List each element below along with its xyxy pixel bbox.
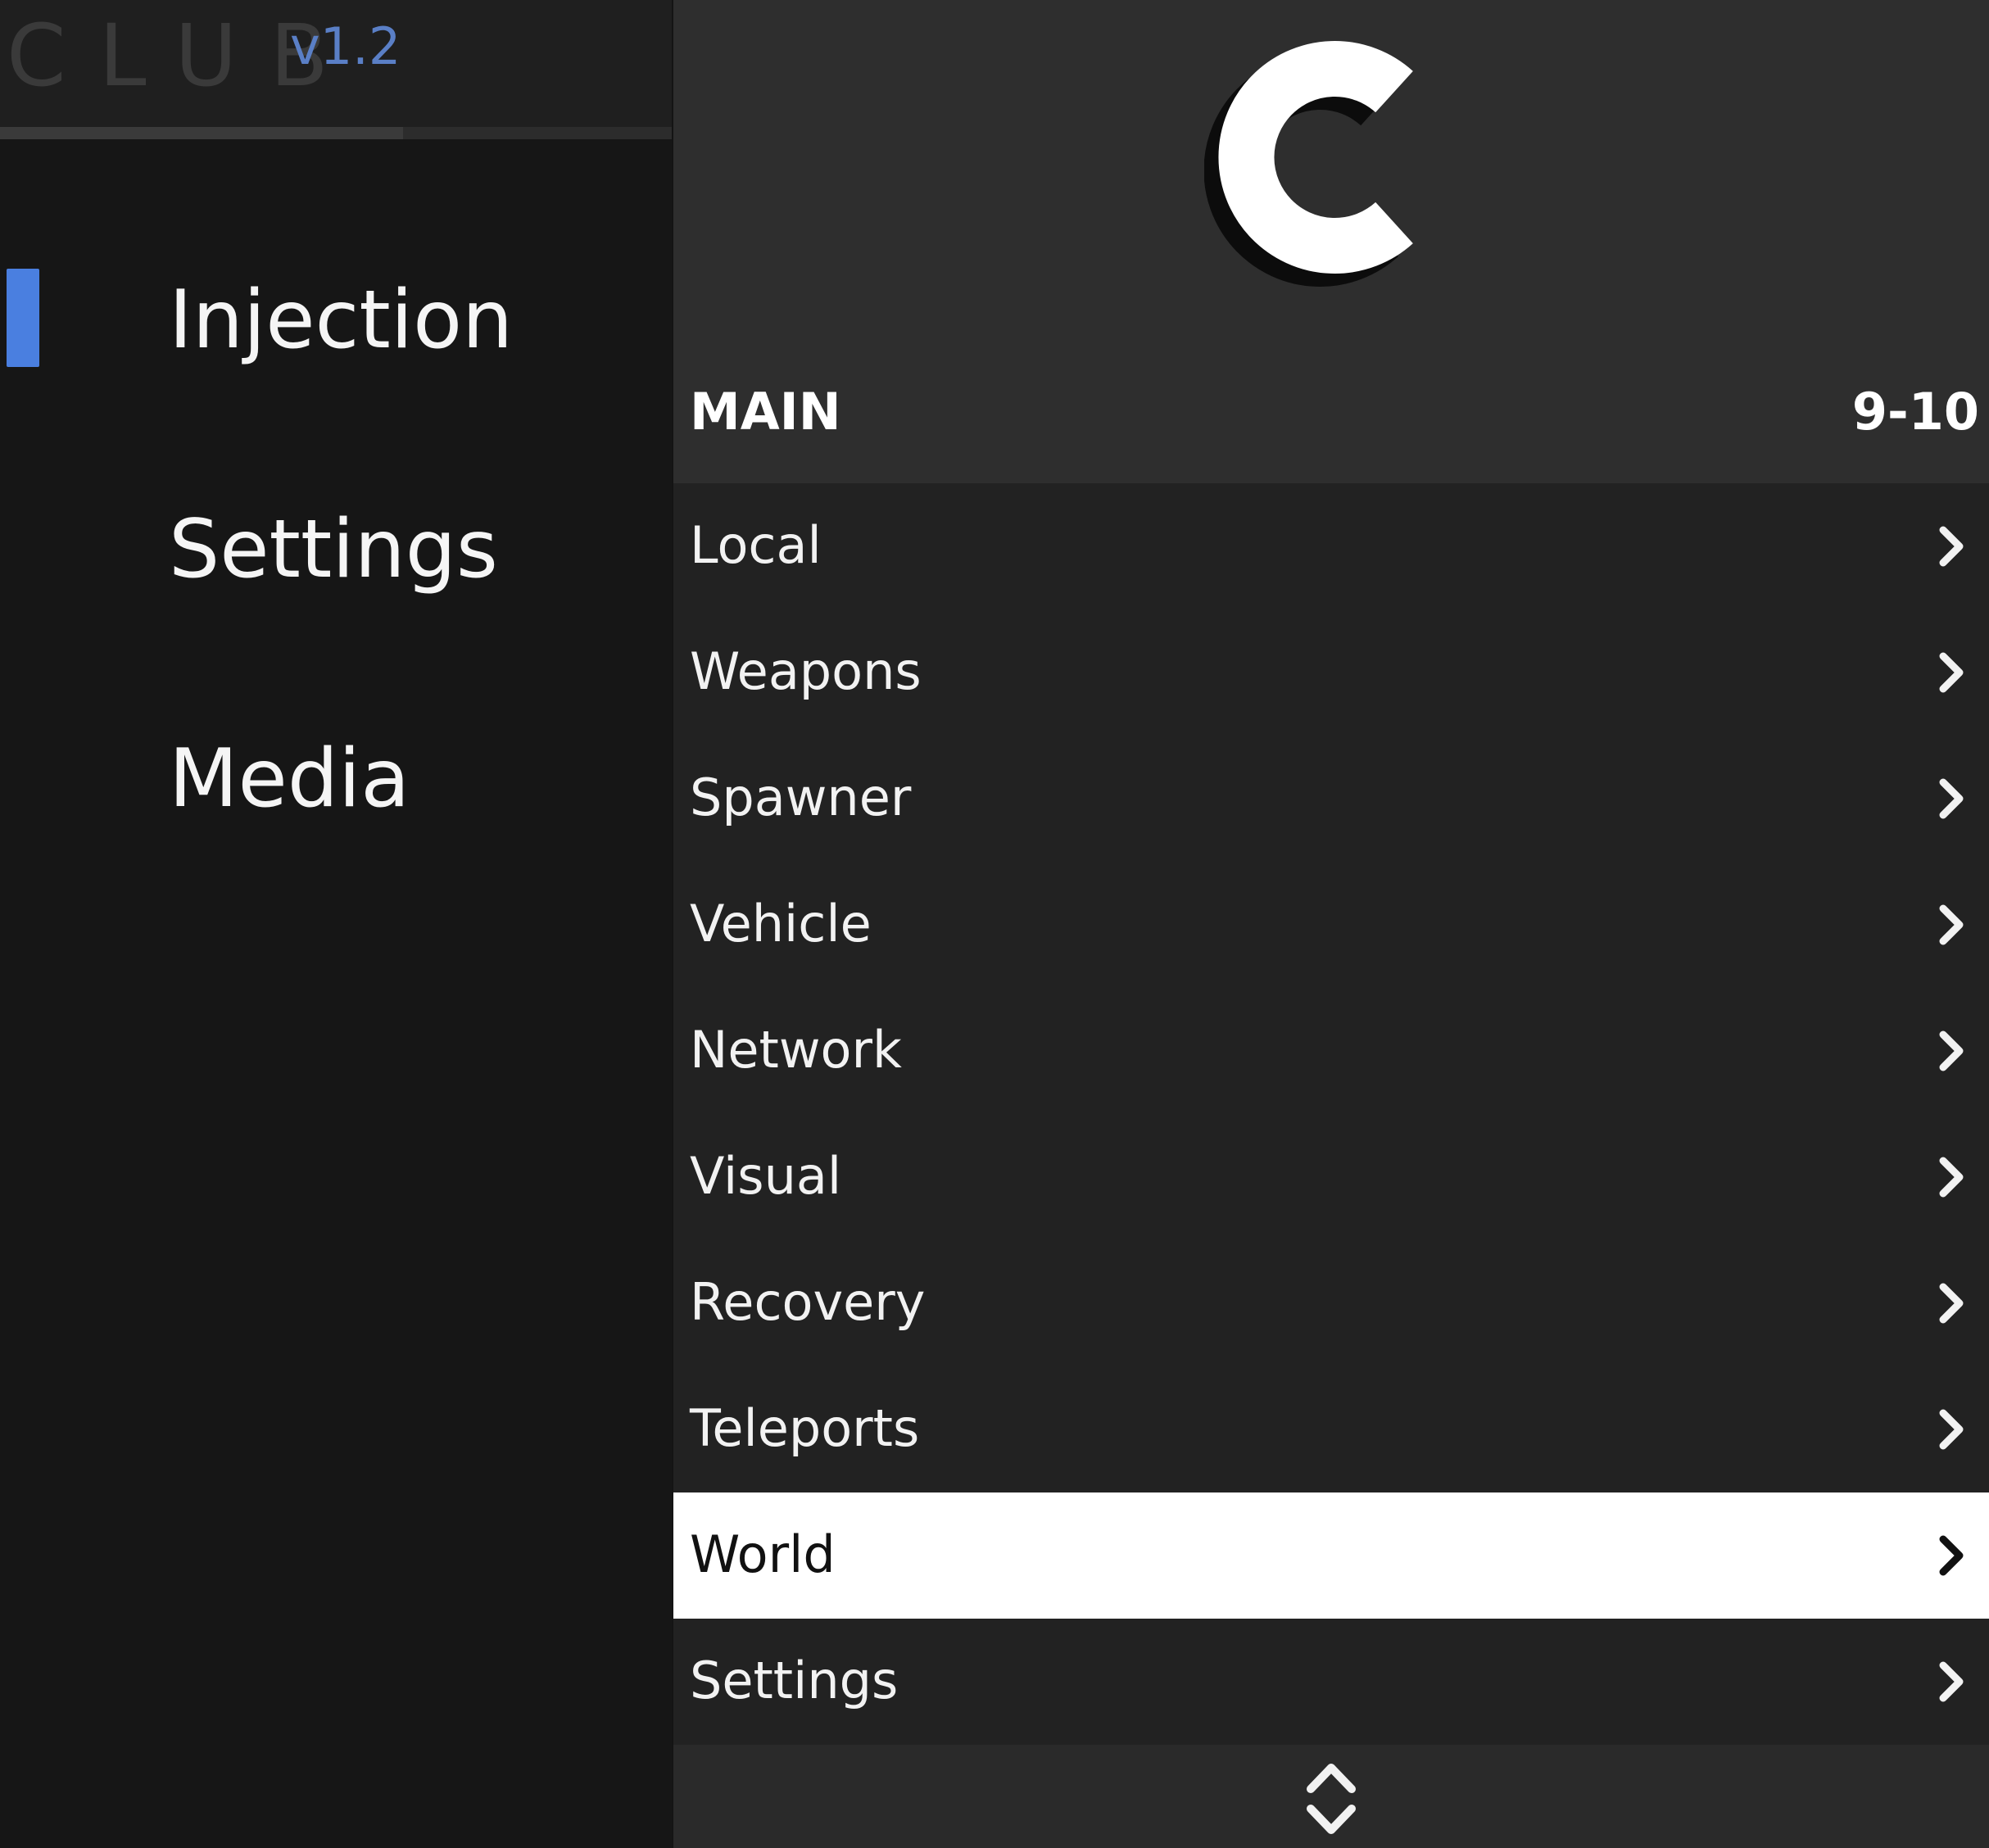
sidebar-item-media[interactable]: Media: [0, 704, 672, 934]
menu-item-label: Network: [690, 1020, 902, 1080]
scroll-up-down-icon[interactable]: [1303, 1760, 1360, 1838]
menu-item-label: Visual: [690, 1146, 842, 1206]
chevron-right-icon: [1927, 1531, 1976, 1580]
sidebar-item-injection[interactable]: Injection: [0, 246, 672, 475]
menu-item-weapons[interactable]: Weapons: [673, 609, 1989, 736]
mod-menu: MAIN 9-10 Local Weapons Spawner Vehicle …: [673, 0, 1989, 1848]
menu-item-network[interactable]: Network: [673, 988, 1989, 1114]
title-divider-highlight: [0, 127, 403, 139]
menu-item-label: Vehicle: [690, 894, 872, 953]
chevron-right-icon: [1927, 522, 1976, 571]
sidebar-nav: Injection Settings Media: [0, 246, 672, 934]
launcher-panel: CLUB v1.2 Injection Settings Media: [0, 0, 672, 1848]
menu-item-label: Recovery: [690, 1272, 926, 1332]
page-counter: 9-10: [1851, 382, 1979, 442]
menu-item-label: Settings: [690, 1651, 899, 1710]
menu-item-visual[interactable]: Visual: [673, 1114, 1989, 1240]
menu-item-label: Local: [690, 515, 822, 575]
menu-item-vehicle[interactable]: Vehicle: [673, 862, 1989, 988]
menu-header: MAIN 9-10: [673, 0, 1989, 483]
sidebar-item-label: Injection: [169, 274, 514, 367]
chevron-right-icon: [1927, 1657, 1976, 1706]
menu-item-recovery[interactable]: Recovery: [673, 1240, 1989, 1366]
menu-item-label: Teleports: [690, 1398, 920, 1458]
menu-item-label: Weapons: [690, 641, 922, 701]
menu-item-label: World: [690, 1524, 836, 1584]
menu-list: Local Weapons Spawner Vehicle Network Vi…: [673, 483, 1989, 1745]
chevron-right-icon: [1927, 774, 1976, 823]
menu-item-local[interactable]: Local: [673, 483, 1989, 609]
menu-item-teleports[interactable]: Teleports: [673, 1366, 1989, 1492]
chevron-right-icon: [1927, 1405, 1976, 1454]
sidebar-item-label: Media: [169, 732, 410, 826]
chevron-right-icon: [1927, 648, 1976, 697]
chevron-right-icon: [1927, 1153, 1976, 1202]
sidebar-item-settings[interactable]: Settings: [0, 475, 672, 704]
menu-item-label: Spawner: [690, 768, 912, 827]
menu-item-settings[interactable]: Settings: [673, 1619, 1989, 1745]
title-bar: CLUB v1.2: [0, 0, 672, 127]
section-title: MAIN: [690, 382, 841, 442]
chevron-right-icon: [1927, 1279, 1976, 1328]
chevron-right-icon: [1927, 1026, 1976, 1076]
menu-item-world[interactable]: World: [673, 1492, 1989, 1619]
menu-item-spawner[interactable]: Spawner: [673, 736, 1989, 862]
sidebar-item-label: Settings: [169, 503, 498, 596]
c-logo-icon: [1204, 41, 1413, 287]
chevron-right-icon: [1927, 900, 1976, 949]
version-label: v1.2: [290, 16, 401, 76]
active-indicator: [7, 269, 39, 367]
menu-footer: [673, 1745, 1989, 1848]
